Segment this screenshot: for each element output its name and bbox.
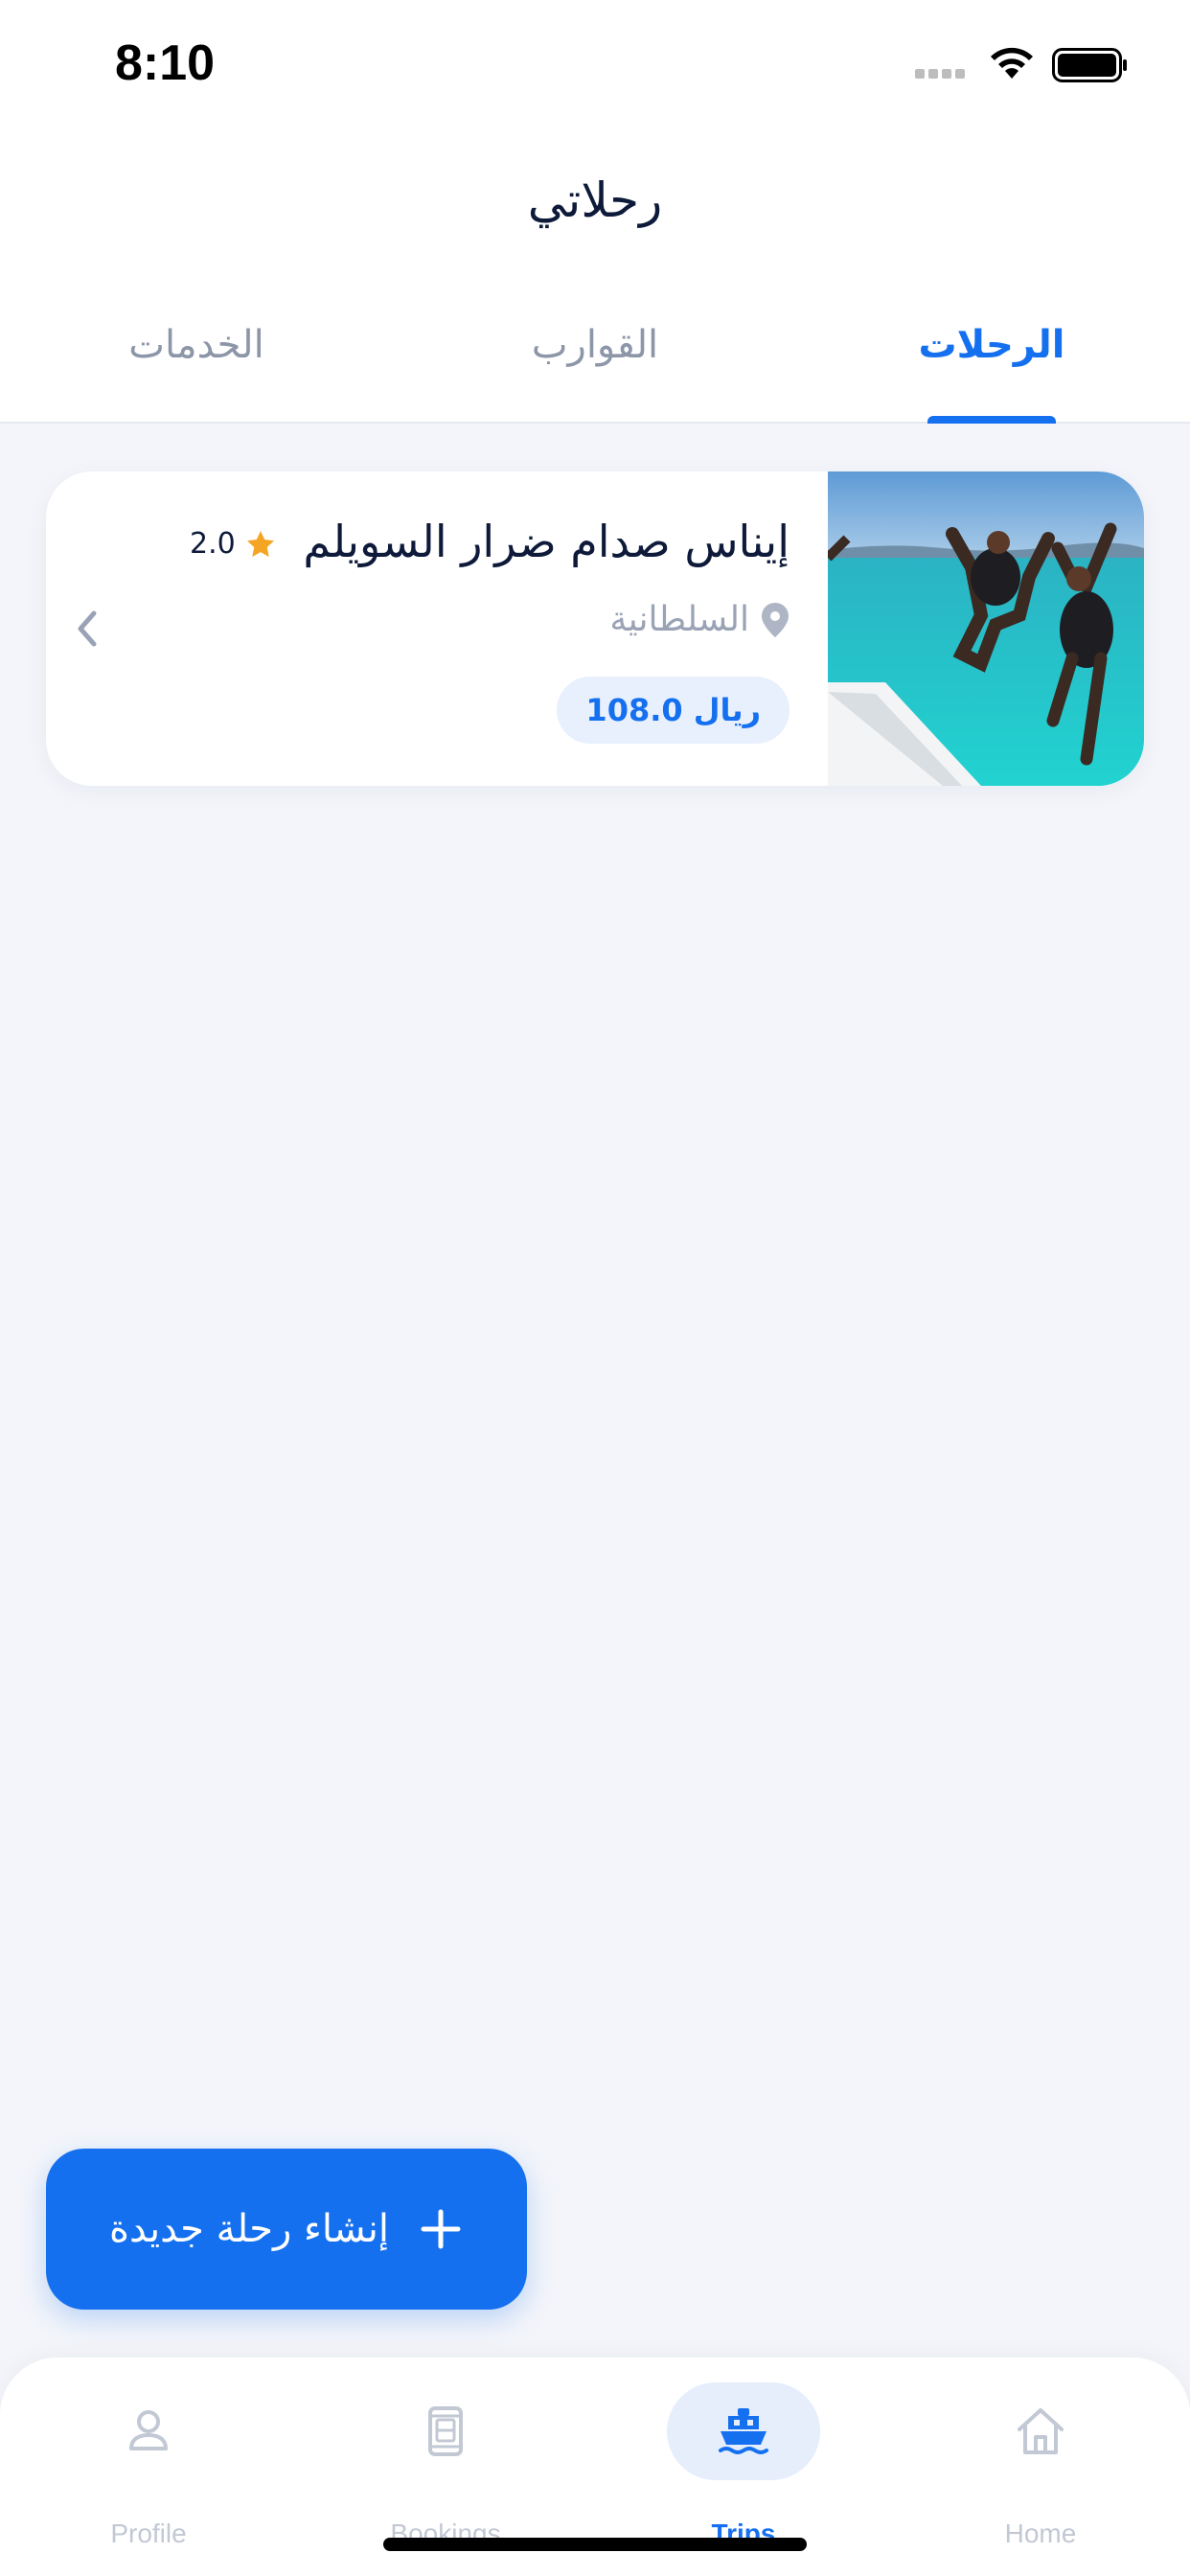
- trip-name: إيناس صدام ضرار السويلم: [303, 516, 790, 567]
- plus-icon: [421, 2209, 461, 2249]
- star-icon: [246, 530, 274, 557]
- wifi-icon: [991, 47, 1033, 79]
- home-indicator: [383, 2538, 807, 2551]
- cellular-signal-icon: [915, 69, 965, 79]
- trip-image: [828, 472, 1144, 786]
- home-icon: [1018, 2408, 1064, 2454]
- create-trip-label: إنشاء رحلة جديدة: [109, 2207, 389, 2251]
- price-badge: 108.0 ريال: [557, 677, 790, 744]
- tab-bar: الرحلات القوارب الخدمات: [0, 316, 1190, 424]
- booking-icon: [428, 2406, 463, 2456]
- trip-card[interactable]: إيناس صدام ضرار السويلم 2.0 السلطانية 10…: [46, 472, 1144, 786]
- chevron-left-icon[interactable]: [69, 604, 103, 654]
- boat-icon: [719, 2408, 768, 2454]
- tab-services[interactable]: الخدمات: [88, 316, 305, 424]
- location-name: السلطانية: [609, 600, 749, 639]
- status-bar: 8:10: [0, 0, 1190, 134]
- nav-item-profile[interactable]: Profile: [34, 2358, 263, 2576]
- page-header: رحلاتي الرحلات القوارب الخدمات: [0, 134, 1190, 424]
- rating-value: 2.0: [190, 527, 236, 561]
- trip-location: السلطانية: [609, 600, 790, 639]
- nav-item-home[interactable]: Home: [926, 2358, 1156, 2576]
- tab-trips[interactable]: الرحلات: [883, 316, 1100, 424]
- trip-rating: 2.0: [190, 527, 276, 561]
- status-time: 8:10: [115, 35, 216, 91]
- battery-icon: [1052, 48, 1127, 82]
- active-tab-indicator: [927, 416, 1056, 424]
- create-trip-button[interactable]: إنشاء رحلة جديدة: [46, 2149, 527, 2310]
- nav-label-home: Home: [1004, 2518, 1077, 2548]
- page-title: رحلاتي: [527, 172, 663, 228]
- tab-boats[interactable]: القوارب: [487, 316, 703, 424]
- nav-label-profile: Profile: [110, 2518, 187, 2548]
- person-icon: [129, 2410, 168, 2450]
- location-pin-icon: [762, 602, 789, 637]
